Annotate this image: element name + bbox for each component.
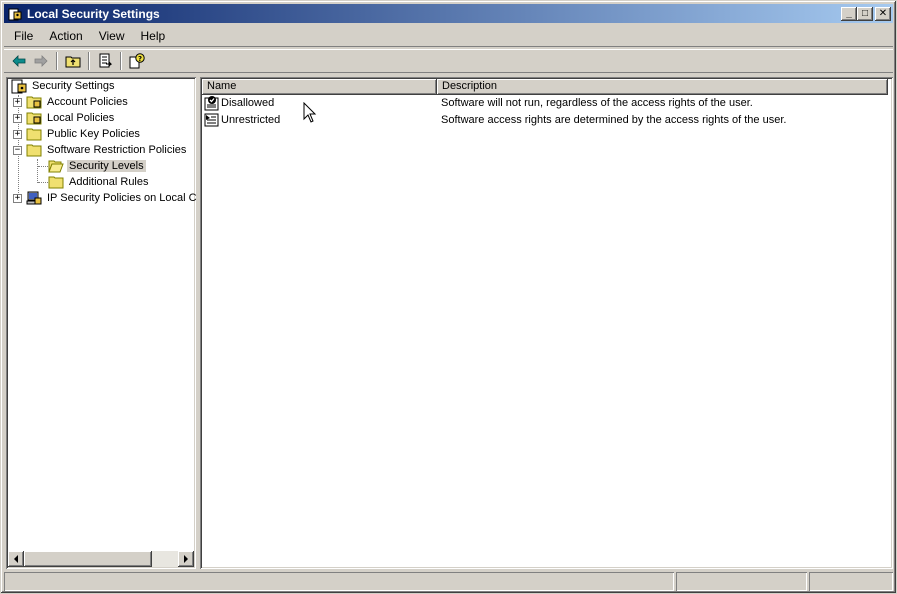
- column-header-description[interactable]: Description: [437, 79, 888, 95]
- list-header: Name Description: [202, 79, 888, 95]
- security-settings-icon: [11, 78, 27, 94]
- tree-item-software-restriction-policies[interactable]: − Software Restriction Policies: [13, 142, 188, 158]
- scroll-right-button[interactable]: [178, 551, 194, 567]
- list-item-description: Software access rights are determined by…: [441, 114, 787, 126]
- expand-toggle[interactable]: +: [13, 97, 22, 107]
- expand-toggle[interactable]: +: [13, 129, 22, 139]
- list-item-name: Disallowed: [221, 97, 275, 109]
- tree-label: Public Key Policies: [47, 128, 140, 140]
- back-icon: [12, 55, 26, 67]
- column-header-name[interactable]: Name: [202, 79, 437, 95]
- arrow-right-icon: [184, 555, 188, 563]
- tree-item-public-key-policies[interactable]: + Public Key Policies: [13, 126, 142, 142]
- svg-text:?: ?: [138, 55, 142, 63]
- expand-toggle[interactable]: +: [13, 193, 22, 203]
- list-item-unrestricted[interactable]: Unrestricted Software access rights are …: [204, 112, 786, 128]
- tree-label: Software Restriction Policies: [47, 144, 187, 156]
- minimize-icon: _: [846, 7, 852, 19]
- tree-horizontal-scrollbar[interactable]: [8, 551, 194, 567]
- folder-icon: [26, 126, 42, 142]
- tree-connector: [38, 182, 48, 183]
- help-button[interactable]: ?: [126, 51, 148, 71]
- tree-item-root[interactable]: Security Settings: [11, 78, 117, 94]
- title-bar[interactable]: Local Security Settings _ □ ✕: [4, 4, 893, 23]
- back-button[interactable]: [8, 51, 30, 71]
- tree-label: Local Policies: [47, 112, 115, 124]
- expand-toggle[interactable]: +: [13, 113, 22, 123]
- toolbar-separator: [88, 52, 90, 70]
- app-window: Local Security Settings _ □ ✕ File Actio…: [0, 0, 897, 594]
- status-panel-2: [676, 572, 807, 591]
- toolbar-separator: [56, 52, 58, 70]
- locked-folder-icon: [26, 110, 42, 126]
- up-one-level-button[interactable]: [62, 51, 84, 71]
- unrestricted-icon: [204, 112, 220, 128]
- menu-file[interactable]: File: [4, 29, 41, 43]
- folder-open-icon: [48, 158, 64, 174]
- tree-item-additional-rules[interactable]: Additional Rules: [48, 174, 151, 190]
- tree-item-security-levels[interactable]: Security Levels: [48, 158, 146, 174]
- menu-view[interactable]: View: [91, 29, 133, 43]
- tree-label: Account Policies: [47, 96, 128, 108]
- menu-bar: File Action View Help: [4, 25, 893, 47]
- maximize-icon: □: [861, 7, 869, 19]
- status-panel-3: [809, 572, 893, 591]
- maximize-button[interactable]: □: [857, 6, 873, 21]
- tree-item-ip-security-policies[interactable]: + IP Security Policies on Local Computer: [13, 190, 196, 206]
- close-button[interactable]: ✕: [875, 6, 891, 21]
- scroll-track[interactable]: [152, 551, 178, 567]
- arrow-left-icon: [14, 555, 18, 563]
- tree-label: Security Levels: [67, 160, 146, 172]
- forward-icon: [34, 55, 48, 67]
- tree-label: Additional Rules: [69, 176, 149, 188]
- forward-button[interactable]: [30, 51, 52, 71]
- tree-label: IP Security Policies on Local Computer: [47, 192, 196, 204]
- status-panel-main: [4, 572, 674, 591]
- minimize-button[interactable]: _: [841, 6, 857, 21]
- tree-label: Security Settings: [32, 80, 115, 92]
- toolbar-separator: [120, 52, 122, 70]
- close-icon: ✕: [878, 7, 888, 19]
- up-folder-icon: [65, 56, 81, 68]
- mouse-cursor-icon: [303, 102, 317, 123]
- scroll-thumb[interactable]: [24, 551, 152, 567]
- locked-folder-icon: [26, 94, 42, 110]
- folder-icon: [48, 174, 64, 190]
- tree-item-local-policies[interactable]: + Local Policies: [13, 110, 116, 126]
- export-list-button[interactable]: [94, 51, 116, 71]
- disallowed-icon: [204, 95, 220, 111]
- menu-help[interactable]: Help: [133, 29, 174, 43]
- tree-connector: [37, 159, 38, 183]
- menu-action[interactable]: Action: [41, 29, 90, 43]
- tree-pane[interactable]: Security Settings + Account Policies + L…: [6, 77, 196, 569]
- list-item-disallowed[interactable]: Disallowed Software will not run, regard…: [204, 95, 753, 111]
- export-list-icon: [99, 53, 112, 68]
- folder-open-icon: [26, 142, 42, 158]
- ip-security-icon: [26, 190, 42, 206]
- collapse-toggle[interactable]: −: [13, 145, 22, 155]
- window-title: Local Security Settings: [27, 6, 160, 21]
- tree-connector: [38, 166, 48, 167]
- details-pane[interactable]: Name Description Disallowed Software wil…: [200, 77, 893, 569]
- list-item-name: Unrestricted: [221, 114, 281, 126]
- tree-item-account-policies[interactable]: + Account Policies: [13, 94, 130, 110]
- scroll-left-button[interactable]: [8, 551, 24, 567]
- status-bar: [4, 572, 893, 591]
- help-icon: ?: [129, 53, 145, 69]
- toolbar: ?: [4, 49, 893, 73]
- list-item-description: Software will not run, regardless of the…: [441, 97, 753, 109]
- security-settings-app-icon: [7, 6, 23, 22]
